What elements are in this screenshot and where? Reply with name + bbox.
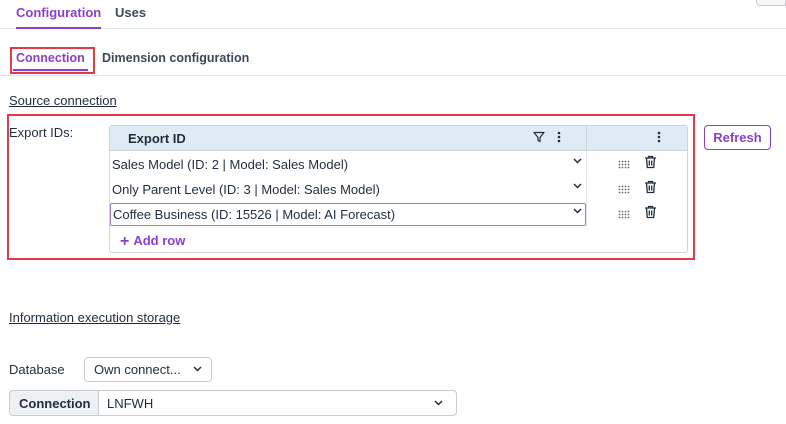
- actions-menu-icon[interactable]: [657, 131, 661, 146]
- trash-icon[interactable]: [644, 155, 657, 174]
- top-tab-bar: Configuration Uses: [0, 0, 786, 29]
- sub-tab-bar: Connection Dimension configuration: [0, 45, 786, 76]
- tab-dimension-configuration[interactable]: Dimension configuration: [99, 47, 252, 69]
- add-row-button[interactable]: + Add row: [120, 232, 185, 250]
- chevron-down-icon: [192, 363, 203, 377]
- chevron-down-icon[interactable]: [572, 155, 583, 169]
- plus-icon: +: [120, 233, 130, 250]
- chevron-down-icon[interactable]: [572, 205, 583, 219]
- column-separator: [586, 126, 587, 151]
- drag-handle-icon[interactable]: [618, 210, 630, 221]
- database-label: Database: [9, 362, 65, 377]
- corner-button[interactable]: [756, 0, 786, 6]
- chevron-down-icon: [433, 397, 444, 411]
- table-row: Sales Model (ID: 2 | Model: Sales Model): [110, 152, 687, 177]
- connection-label: Connection: [9, 390, 98, 416]
- export-id-value: Coffee Business (ID: 15526 | Model: AI F…: [113, 207, 396, 222]
- column-menu-icon[interactable]: [557, 131, 561, 146]
- export-id-value: Sales Model (ID: 2 | Model: Sales Model): [112, 157, 349, 172]
- export-id-select[interactable]: Coffee Business (ID: 15526 | Model: AI F…: [110, 203, 586, 226]
- export-id-select[interactable]: Only Parent Level (ID: 3 | Model: Sales …: [110, 177, 587, 202]
- database-value: Own connect...: [94, 362, 181, 377]
- export-id-value: Only Parent Level (ID: 3 | Model: Sales …: [112, 182, 380, 197]
- connection-value: LNFWH: [107, 396, 154, 411]
- database-select[interactable]: Own connect...: [84, 357, 212, 382]
- chevron-down-icon[interactable]: [572, 180, 583, 194]
- export-id-select[interactable]: Sales Model (ID: 2 | Model: Sales Model): [110, 152, 587, 177]
- tab-uses[interactable]: Uses: [115, 5, 146, 29]
- tab-configuration[interactable]: Configuration: [16, 5, 102, 29]
- filter-icon[interactable]: [533, 131, 545, 146]
- source-connection-heading[interactable]: Source connection: [9, 93, 117, 108]
- tab-connection[interactable]: Connection: [13, 47, 88, 71]
- export-ids-label: Export IDs:: [9, 125, 74, 140]
- export-id-grid: Export ID Sales Model (ID: 2 | Model: Sa…: [109, 125, 688, 253]
- trash-icon[interactable]: [644, 180, 657, 199]
- trash-icon[interactable]: [644, 205, 657, 224]
- table-row: Coffee Business (ID: 15526 | Model: AI F…: [110, 202, 687, 227]
- export-id-column-header[interactable]: Export ID: [128, 131, 186, 146]
- drag-handle-icon[interactable]: [618, 185, 630, 196]
- table-row: Only Parent Level (ID: 3 | Model: Sales …: [110, 177, 687, 202]
- information-execution-storage-heading[interactable]: Information execution storage: [9, 310, 180, 325]
- add-row-label: Add row: [133, 233, 186, 248]
- connection-select[interactable]: LNFWH: [98, 390, 457, 416]
- drag-handle-icon[interactable]: [618, 160, 630, 171]
- refresh-button[interactable]: Refresh: [704, 125, 771, 150]
- grid-header: Export ID: [110, 126, 687, 151]
